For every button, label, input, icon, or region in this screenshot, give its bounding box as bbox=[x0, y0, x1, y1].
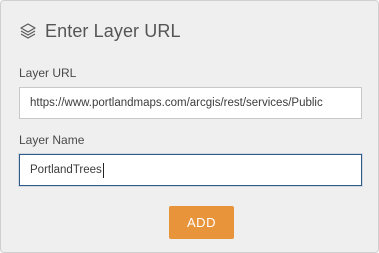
layer-name-input[interactable]: PortlandTrees bbox=[19, 154, 362, 186]
layer-name-label: Layer Name bbox=[19, 133, 85, 147]
add-button[interactable]: ADD bbox=[169, 206, 234, 239]
enter-layer-url-panel: Enter Layer URL Layer URL https://www.po… bbox=[0, 0, 379, 253]
panel-title: Enter Layer URL bbox=[45, 20, 181, 41]
layer-name-value: PortlandTrees bbox=[30, 164, 102, 176]
layer-url-value: https://www.portlandmaps.com/arcgis/rest… bbox=[30, 97, 323, 109]
layer-url-label: Layer URL bbox=[19, 66, 77, 80]
text-caret bbox=[102, 162, 104, 178]
layers-icon bbox=[19, 22, 37, 40]
panel-header: Enter Layer URL bbox=[19, 19, 181, 43]
layer-url-input[interactable]: https://www.portlandmaps.com/arcgis/rest… bbox=[19, 87, 362, 119]
